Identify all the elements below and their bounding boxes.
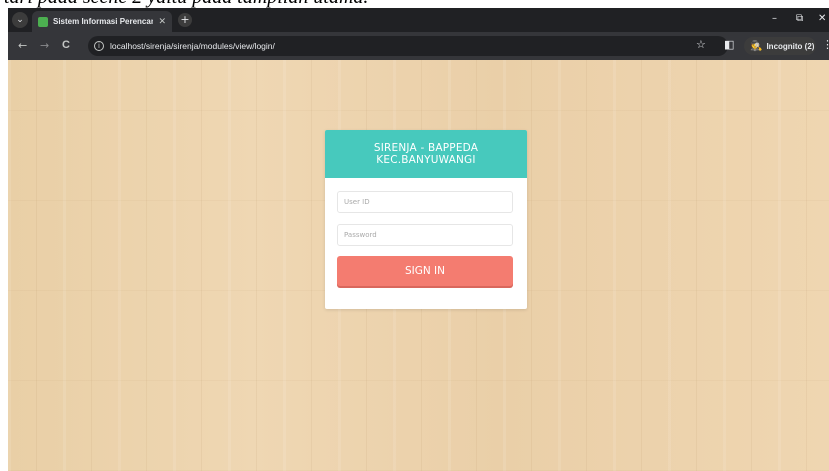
sign-in-button[interactable]: SIGN IN xyxy=(337,256,513,286)
menu-icon[interactable]: ⋮ xyxy=(822,38,829,51)
login-card: SIRENJA - BAPPEDA KEC.BANYUWANGI SIGN IN xyxy=(325,130,527,309)
side-panel-icon[interactable]: ◧ xyxy=(724,38,734,51)
url-text[interactable]: localhost/sirenja/sirenja/modules/view/l… xyxy=(110,41,275,51)
reload-icon[interactable]: C xyxy=(62,39,70,51)
tab-search-icon[interactable]: ⌄ xyxy=(12,12,28,28)
bookmark-star-icon[interactable]: ☆ xyxy=(696,38,706,51)
login-title-line2: KEC.BANYUWANGI xyxy=(376,154,476,166)
userid-input[interactable] xyxy=(337,191,513,213)
tab-title: Sistem Informasi Perencanaan xyxy=(53,17,154,26)
incognito-icon: 🕵 xyxy=(750,40,763,52)
page-viewport: SIRENJA - BAPPEDA KEC.BANYUWANGI SIGN IN xyxy=(8,60,829,471)
document-caption: tari pada scene 2 yaitu pada tampilan ut… xyxy=(0,0,829,8)
password-input[interactable] xyxy=(337,224,513,246)
new-tab-icon[interactable]: + xyxy=(178,13,192,27)
incognito-badge[interactable]: 🕵 Incognito (2) xyxy=(744,37,816,55)
tab-active[interactable]: Sistem Informasi Perencanaan ✕ xyxy=(32,11,172,32)
toolbar: ← → C i localhost/sirenja/sirenja/module… xyxy=(8,32,829,60)
minimize-icon[interactable]: – xyxy=(772,13,777,24)
address-bar[interactable]: i localhost/sirenja/sirenja/modules/view… xyxy=(88,36,728,56)
back-icon[interactable]: ← xyxy=(18,39,27,52)
restore-icon[interactable]: ⧉ xyxy=(796,13,803,24)
login-header: SIRENJA - BAPPEDA KEC.BANYUWANGI xyxy=(325,130,527,178)
favicon-icon xyxy=(38,16,48,27)
close-window-icon[interactable]: ✕ xyxy=(818,13,826,24)
tab-strip: ⌄ Sistem Informasi Perencanaan ✕ + – ⧉ ✕ xyxy=(8,8,829,32)
browser-window: ⌄ Sistem Informasi Perencanaan ✕ + – ⧉ ✕… xyxy=(8,8,829,471)
login-title-line1: SIRENJA - BAPPEDA xyxy=(373,142,479,154)
tab-close-icon[interactable]: ✕ xyxy=(158,17,166,27)
forward-icon[interactable]: → xyxy=(40,39,49,52)
site-info-icon[interactable]: i xyxy=(94,41,104,51)
incognito-label: Incognito (2) xyxy=(766,41,815,51)
